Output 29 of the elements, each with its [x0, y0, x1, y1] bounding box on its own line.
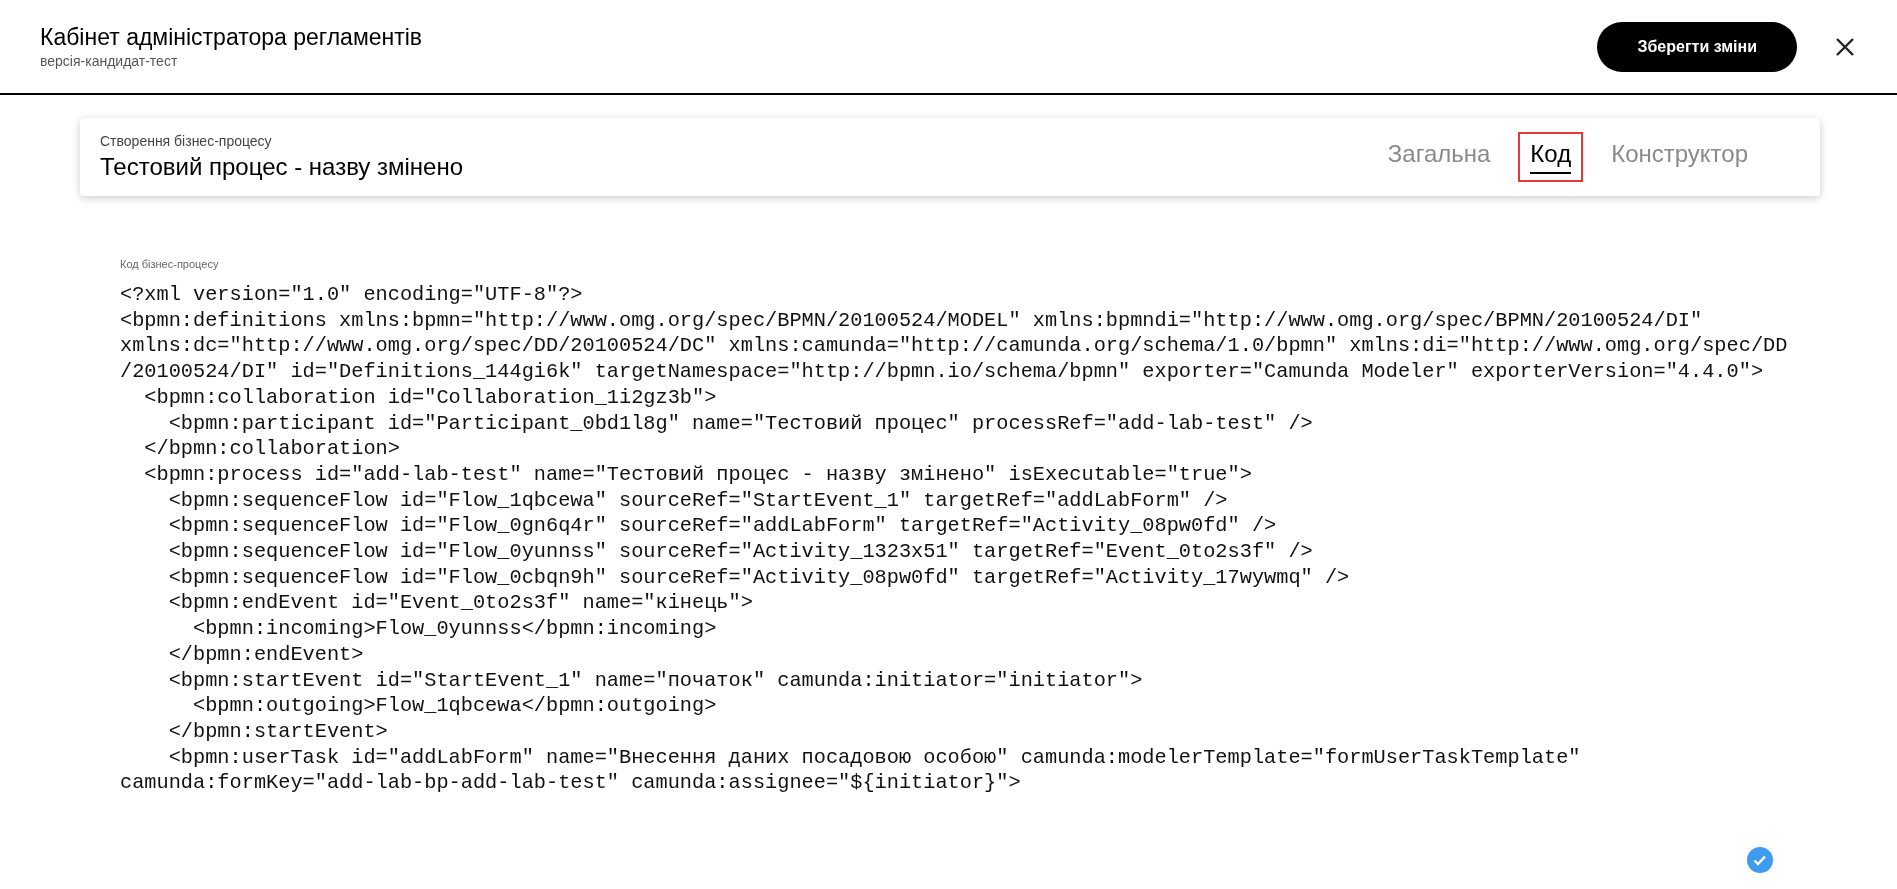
code-line: camunda:formKey="add-lab-bp-add-lab-test" camunda:assignee="${initiator}">	[120, 770, 1022, 797]
code-line: xmlns:dc="http://www.omg.org/spec/DD/20100524/DC" xmlns:camunda="http://camunda.org/schema/1.0/bpmn" xmlns:di="http://www.omg.org/spec/DD	[120, 333, 1789, 360]
code-label: Код бізнес-процесу	[120, 258, 220, 270]
close-icon	[1836, 37, 1854, 56]
code-line: <bpmn:participant id="Participant_0bd1l8g" name="Тестовий процес" processRef="add-lab-test" />	[167, 410, 1314, 437]
tab[interactable]: Код	[1518, 132, 1584, 182]
check-icon	[1747, 847, 1773, 873]
version-name: версія-кандидат-тест	[40, 53, 179, 69]
process-caption: Створення бізнес-процесу	[100, 133, 273, 149]
code-line: /20100524/DI" id="Definitions_144gi6k" targetNamespace="http://bpmn.io/schema/bpmn" exporter="Camunda Modeler" exporterVersion="4.4.0">	[120, 359, 1765, 385]
code-line: <bpmn:definitions xmlns:bpmn="http://www.omg.org/spec/BPMN/20100524/MODEL" xmlns:bpmndi="http://www.omg.org/spec/BPMN/20100524/DI"	[120, 307, 1704, 334]
code-line: <bpmn:userTask id="addLabForm" name="Внесення даних посадовою особою" camunda:modelerTemplate="formUserTaskTemplate"	[167, 744, 1582, 771]
process-title: Тестовий процес - назву змінено	[100, 153, 465, 181]
code-line: <bpmn:sequenceFlow id="Flow_1qbcewa" sourceRef="StartEvent_1" targetRef="addLabForm" />	[167, 487, 1229, 514]
code-line: <bpmn:process id="add-lab-test" name="Тестовий процес - назву змінено" isExecutable="true">	[143, 461, 1253, 488]
code-line: </bpmn:startEvent>	[167, 718, 389, 745]
code-line: <bpmn:sequenceFlow id="Flow_0gn6q4r" sourceRef="addLabForm" targetRef="Activity_08pw0fd" />	[167, 513, 1278, 540]
code-line: <bpmn:sequenceFlow id="Flow_0yunnss" sourceRef="Activity_1323x51" targetRef="Event_0to2s3f" />	[167, 539, 1314, 565]
code-line: <bpmn:endEvent id="Event_0to2s3f" name="кінець">	[167, 590, 754, 617]
code-line: <bpmn:collaboration id="Collaboration_1i2gz3b">	[143, 384, 718, 411]
code-line: </bpmn:endEvent>	[167, 641, 365, 668]
code-line: <bpmn:startEvent id="StartEvent_1" name="початок" camunda:initiator="initiator">	[167, 667, 1144, 694]
code-line: <bpmn:sequenceFlow id="Flow_0cbqn9h" sourceRef="Activity_08pw0fd" targetRef="Activity_17wywmq" />	[167, 564, 1351, 591]
code-line: <bpmn:incoming>Flow_0yunnss</bpmn:incoming>	[192, 616, 718, 642]
app-title: Кабінет адміністратора регламентів	[40, 24, 424, 51]
code-line: <bpmn:outgoing>Flow_1qbcewa</bpmn:outgoing>	[192, 693, 718, 719]
code-line: <?xml version="1.0" encoding="UTF-8"?>	[120, 282, 584, 308]
code-line: </bpmn:collaboration>	[143, 436, 401, 462]
save-button[interactable]: Зберегти зміни	[1597, 21, 1797, 72]
